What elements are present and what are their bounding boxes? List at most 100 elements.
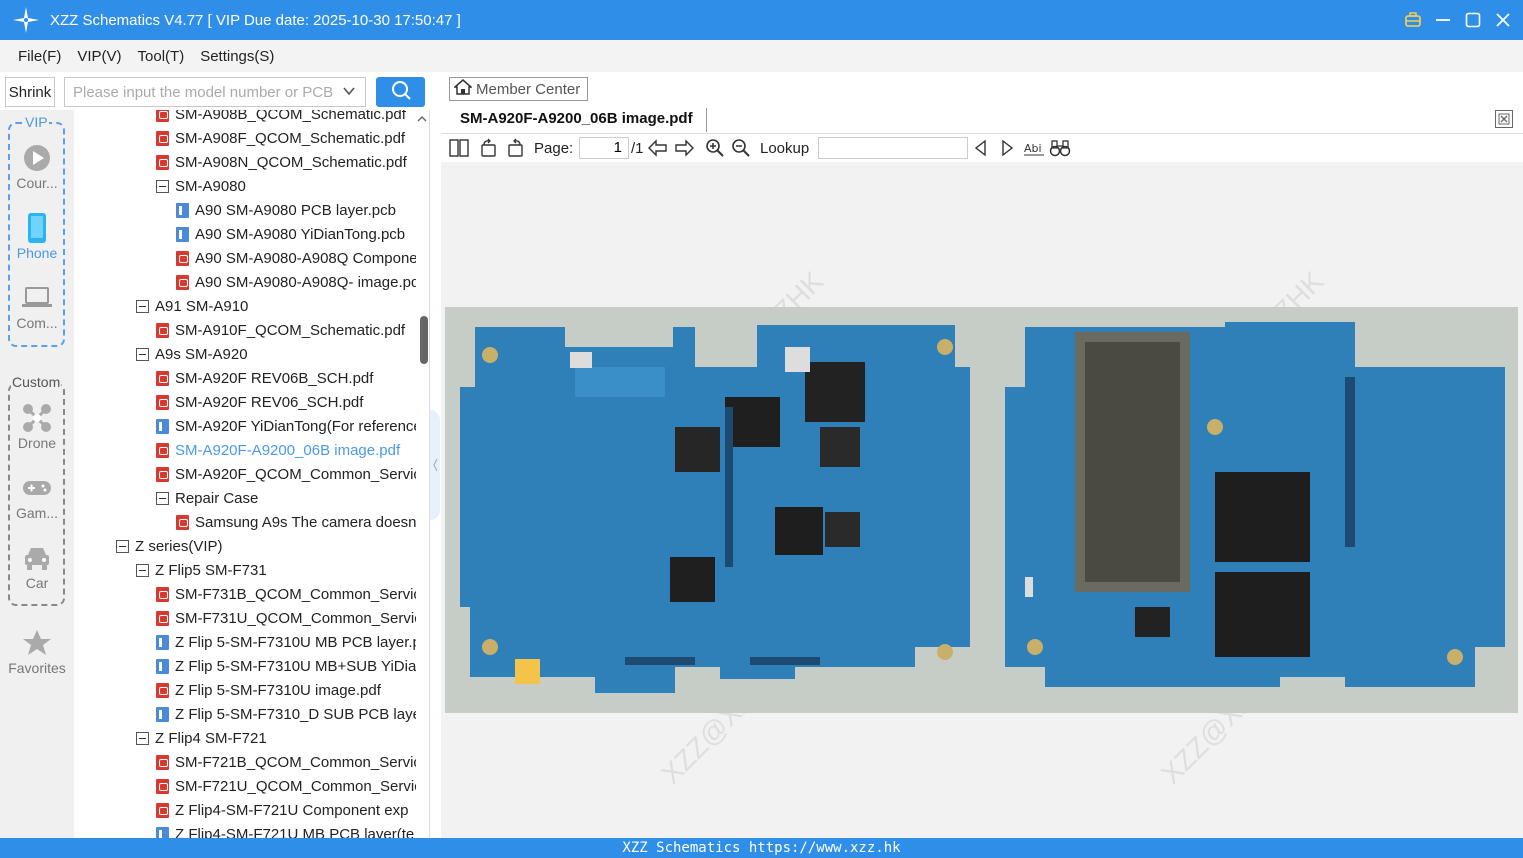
find-prev-icon[interactable] — [972, 136, 990, 160]
page-number-input[interactable]: 1 — [579, 137, 629, 159]
tree-folder[interactable]: Z Flip5 SM-F731 — [136, 558, 416, 582]
car-icon — [0, 541, 74, 575]
tree-scrollbar[interactable] — [416, 112, 428, 834]
match-case-icon[interactable]: Abi — [1023, 136, 1045, 160]
tree-file[interactable]: SM-A920F-A9200_06B image.pdf — [156, 438, 416, 462]
pcb-file-icon — [156, 826, 169, 838]
collapse-icon[interactable] — [136, 299, 149, 313]
tree-file[interactable]: SM-A920F YiDianTong(For reference) — [156, 414, 416, 438]
panel-splitter-handle[interactable] — [430, 410, 440, 520]
tree-file[interactable]: SM-F731U_QCOM_Common_Service — [156, 606, 416, 630]
search-input[interactable]: Please input the model number or PCB — [64, 77, 366, 107]
tree-file[interactable]: Z Flip4-SM-F721U MB PCB layer(te — [156, 822, 416, 838]
tree-file[interactable]: SM-A908B_QCOM_Schematic.pdf — [156, 110, 416, 126]
prev-page-icon[interactable] — [647, 136, 669, 160]
tree-file[interactable]: SM-F721B_QCOM_Common_Service — [156, 750, 416, 774]
tree-folder[interactable]: A9s SM-A920 — [136, 342, 416, 366]
tree-file[interactable]: A90 SM-A9080 PCB layer.pcb — [176, 198, 416, 222]
tree-file[interactable]: SM-A910F_QCOM_Schematic.pdf — [156, 318, 416, 342]
play-icon — [0, 141, 74, 175]
menu-settings[interactable]: Settings(S) — [200, 48, 274, 65]
svg-text:Abi: Abi — [1024, 142, 1042, 155]
tree-node-label: SM-F731U_QCOM_Common_Service — [175, 609, 416, 627]
rotate-left-icon[interactable] — [479, 136, 499, 160]
collapse-icon[interactable] — [116, 539, 129, 553]
tree-file[interactable]: SM-F731B_QCOM_Common_Service — [156, 582, 416, 606]
tree-folder[interactable]: Z series(VIP) — [116, 534, 416, 558]
pdf-file-icon — [156, 610, 169, 626]
tree-file[interactable]: Z Flip 5-SM-F7310U MB+SUB YiDianTong — [156, 654, 416, 678]
nav-item-label: Com... — [16, 315, 58, 331]
tree-file[interactable]: Z Flip 5-SM-F7310_D SUB PCB layer — [156, 702, 416, 726]
nav-item-courses[interactable]: Cour... — [0, 141, 74, 191]
nav-item-drone[interactable]: Drone — [0, 401, 74, 451]
nav-item-car[interactable]: Car — [0, 541, 74, 591]
search-button[interactable] — [376, 77, 425, 107]
collapse-icon[interactable] — [136, 731, 149, 745]
tree-file[interactable]: Z Flip 5-SM-F7310U MB PCB layer.pcb — [156, 630, 416, 654]
collapse-icon[interactable] — [136, 347, 149, 361]
nav-item-game[interactable]: Gam... — [0, 471, 74, 521]
tree-file[interactable]: A90 SM-A9080 YiDianTong.pcb — [176, 222, 416, 246]
collapse-icon[interactable] — [156, 491, 169, 505]
find-next-icon[interactable] — [998, 136, 1016, 160]
close-pane-icon[interactable] — [1495, 110, 1513, 128]
tree-file[interactable]: Z Flip 5-SM-F7310U image.pdf — [156, 678, 416, 702]
tree-node-label: SM-F731B_QCOM_Common_Service — [175, 585, 416, 603]
tree-folder[interactable]: Repair Case — [156, 486, 416, 510]
tree-node-label: SM-A908N_QCOM_Schematic.pdf — [175, 153, 407, 171]
pdf-file-icon — [156, 754, 169, 770]
menu-tool[interactable]: Tool(T) — [138, 48, 185, 65]
vip-briefcase-icon[interactable] — [1401, 8, 1425, 32]
pdf-file-icon — [176, 250, 189, 266]
app-logo-icon — [12, 6, 40, 34]
maximize-button[interactable] — [1461, 8, 1485, 32]
collapse-icon[interactable] — [156, 179, 169, 193]
pcb-file-icon — [156, 706, 169, 722]
binoculars-icon[interactable] — [1049, 136, 1071, 160]
nav-item-computer[interactable]: Com... — [0, 281, 74, 331]
collapse-icon[interactable] — [136, 563, 149, 577]
two-page-icon[interactable] — [449, 136, 469, 160]
tree-folder[interactable]: Z Flip4 SM-F721 — [136, 726, 416, 750]
tree-folder[interactable]: A91 SM-A910 — [136, 294, 416, 318]
tree-file[interactable]: SM-A908N_QCOM_Schematic.pdf — [156, 150, 416, 174]
nav-item-favorites[interactable]: Favorites — [0, 626, 74, 676]
member-center-button[interactable]: Member Center — [449, 77, 588, 101]
tree-folder[interactable]: SM-A9080 — [156, 174, 416, 198]
tree-node-label: Z Flip 5-SM-F7310U image.pdf — [175, 681, 381, 699]
minimize-button[interactable] — [1431, 8, 1455, 32]
pdf-file-icon — [156, 130, 169, 146]
chevron-down-icon[interactable] — [341, 83, 357, 103]
zoom-in-icon[interactable] — [705, 136, 725, 160]
document-viewer[interactable]: XZZ@XZZHK XZZ@XZZHK XZZ@XZZHK XZZ@XZZHK — [441, 162, 1523, 838]
shrink-button[interactable]: Shrink — [5, 77, 55, 107]
rotate-right-icon[interactable] — [505, 136, 525, 160]
tree-file[interactable]: Samsung A9s The camera doesn't — [176, 510, 416, 534]
tree-file[interactable]: SM-A908F_QCOM_Schematic.pdf — [156, 126, 416, 150]
tree-node-label: A90 SM-A9080 PCB layer.pcb — [195, 201, 396, 219]
nav-item-phone[interactable]: Phone — [0, 211, 74, 261]
tree-file[interactable]: Z Flip4-SM-F721U Component exp — [156, 798, 416, 822]
tree-node-label: A90 SM-A9080 YiDianTong.pcb — [195, 225, 406, 243]
search-placeholder: Please input the model number or PCB — [73, 83, 334, 101]
lookup-input[interactable] — [818, 137, 968, 159]
tree-file[interactable]: A90 SM-A9080-A908Q- image.pdf — [176, 270, 416, 294]
tree-node-label: SM-A920F YiDianTong(For reference) — [175, 417, 416, 435]
menu-vip[interactable]: VIP(V) — [77, 48, 121, 65]
next-page-icon[interactable] — [673, 136, 695, 160]
tree-file[interactable]: SM-A920F_QCOM_Common_Service — [156, 462, 416, 486]
tree-file[interactable]: A90 SM-A9080-A908Q Component — [176, 246, 416, 270]
pcb-file-icon — [176, 226, 189, 242]
menu-file[interactable]: File(F) — [18, 48, 61, 65]
tree-node-label: SM-A908B_QCOM_Schematic.pdf — [175, 110, 406, 123]
tree-file[interactable]: SM-A920F REV06_SCH.pdf — [156, 390, 416, 414]
pcb-file-icon — [176, 202, 189, 218]
tab-document[interactable]: SM-A920F-A9200_06B image.pdf — [460, 110, 693, 127]
tree-file[interactable]: SM-A920F REV06B_SCH.pdf — [156, 366, 416, 390]
close-button[interactable] — [1491, 8, 1515, 32]
tree-file[interactable]: SM-F721U_QCOM_Common_Service — [156, 774, 416, 798]
zoom-out-icon[interactable] — [731, 136, 751, 160]
tree-scrollbar-thumb[interactable] — [420, 316, 428, 364]
tree-node-label: SM-A908F_QCOM_Schematic.pdf — [175, 129, 406, 147]
